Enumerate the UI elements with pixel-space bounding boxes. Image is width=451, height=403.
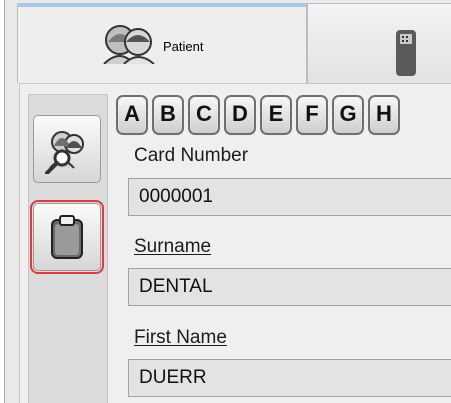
letter-tab[interactable]: F bbox=[296, 95, 328, 135]
tab-device[interactable] bbox=[307, 3, 451, 83]
clipboard-button[interactable] bbox=[30, 200, 104, 274]
card-number-field[interactable]: 0000001 bbox=[128, 178, 451, 216]
patients-icon bbox=[103, 25, 155, 64]
clipboard-icon bbox=[51, 215, 83, 259]
tab-patient-label: Patient bbox=[163, 39, 204, 54]
letter-tab[interactable]: C bbox=[188, 95, 220, 135]
device-icon bbox=[396, 30, 416, 76]
patient-search-button[interactable] bbox=[33, 115, 101, 183]
first-name-field[interactable]: DUERR bbox=[128, 359, 451, 397]
application-screen: Patient A B C D E F G H Card Number 0000… bbox=[0, 0, 451, 403]
letter-tab[interactable]: B bbox=[152, 95, 184, 135]
surname-field[interactable]: DENTAL bbox=[128, 268, 451, 306]
surname-label: Surname bbox=[134, 236, 212, 257]
letter-tab[interactable]: D bbox=[224, 95, 256, 135]
letter-tab[interactable]: A bbox=[116, 95, 148, 135]
letter-tab[interactable]: G bbox=[332, 95, 364, 135]
side-toolbar bbox=[28, 94, 108, 403]
letter-tab[interactable]: H bbox=[368, 95, 400, 135]
first-name-label: First Name bbox=[134, 327, 227, 348]
tab-patient[interactable]: Patient bbox=[17, 3, 307, 83]
patient-search-icon bbox=[45, 131, 84, 174]
letter-tab[interactable]: E bbox=[260, 95, 292, 135]
card-number-label: Card Number bbox=[134, 145, 249, 166]
